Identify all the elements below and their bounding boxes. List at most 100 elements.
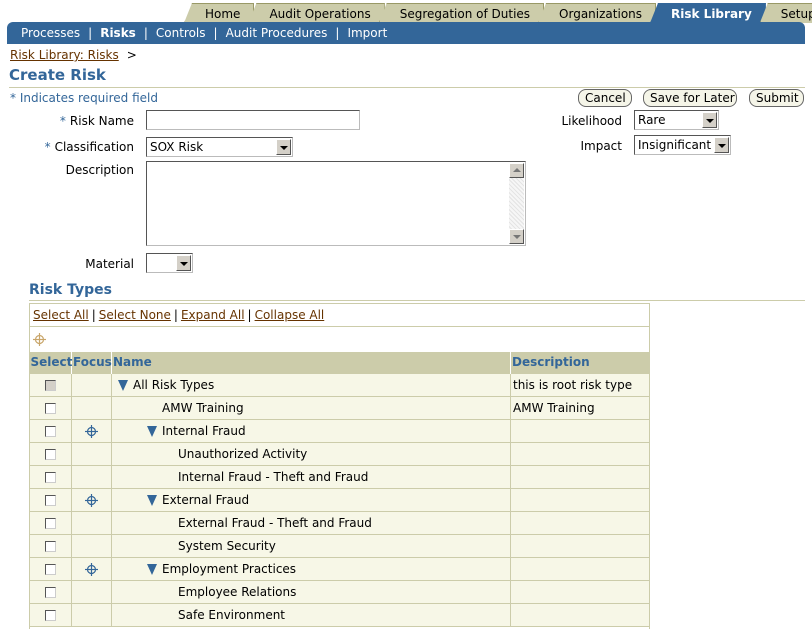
expanded-triangle-icon[interactable] [118,379,128,391]
risk-name-label-text: Risk Name [69,114,134,128]
column-header-name: Name [111,352,511,373]
required-star: * [59,114,66,128]
name-cell: External Fraud - Theft and Fraud [111,510,511,535]
select-cell [30,441,72,466]
description-cell [510,556,649,581]
name-cell: Employee Relations [111,579,511,604]
row-select-checkbox [45,379,56,391]
focus-crosshair-icon[interactable] [85,562,98,576]
select-none-link[interactable]: Select None [99,308,171,322]
tab-risk-library[interactable]: Risk Library [650,3,766,23]
subnav-separator: | [88,26,93,40]
likelihood-selected-value: Rare [638,113,666,127]
description-cell [510,510,649,535]
save-for-later-button[interactable]: Save for Later [643,89,737,107]
subnav-audit-procedures[interactable]: Audit Procedures [226,26,328,40]
tab-organizations[interactable]: Organizations [538,3,657,23]
subnav-import[interactable]: Import [347,26,387,40]
select-cell [30,487,72,512]
focus-cell [71,579,112,604]
name-cell: Employment Practices [111,556,511,581]
scroll-up-icon[interactable] [509,163,524,178]
row-select-checkbox[interactable] [45,609,56,621]
tab-audit-operations[interactable]: Audit Operations [248,3,385,23]
row-select-checkbox[interactable] [45,425,56,437]
chevron-down-icon[interactable] [176,255,191,271]
description-cell: this is root risk type [510,372,649,397]
impact-select[interactable]: Insignificant [634,135,731,155]
description-cell [510,464,649,489]
row-select-checkbox[interactable] [45,563,56,575]
description-cell [510,487,649,512]
tab-setup[interactable]: Setup [759,3,812,23]
focus-crosshair-icon[interactable] [85,493,98,507]
row-select-checkbox[interactable] [45,402,56,414]
risk-types-selection-links: Select All | Select None | Expand All | Collap… [30,304,649,326]
cancel-button[interactable]: Cancel [578,89,632,107]
risk-type-name: Employee Relations [178,584,297,599]
column-header-description: Description [510,352,649,373]
focus-crosshair-icon[interactable] [33,333,46,346]
tab-segregation-of-duties[interactable]: Segregation of Duties [378,3,545,23]
submit-button[interactable]: Submit [749,89,804,107]
select-all-link[interactable]: Select All [33,308,89,322]
required-field-note: * Indicates required field [10,91,159,105]
table-row: AMW Training AMW Training [30,395,649,420]
select-cell [30,602,72,627]
table-row: Employment Practices [30,556,649,581]
risk-types-table: Select Focus Name Description All Risk T… [30,352,649,627]
risk-type-name: Internal Fraud [162,423,246,438]
expand-all-link[interactable]: Expand All [181,308,245,322]
table-row: Unauthorized Activity [30,441,649,466]
select-cell [30,418,72,443]
classification-selected-value: SOX Risk [150,140,204,154]
focus-cell [71,441,112,466]
row-select-checkbox[interactable] [45,494,56,506]
global-tabs: Home Audit Operations Segregation of Dut… [184,3,812,23]
likelihood-select[interactable]: Rare [634,110,719,130]
row-select-checkbox[interactable] [45,586,56,598]
description-label: Description [65,163,134,177]
subnav-separator: | [213,26,218,40]
scroll-down-icon[interactable] [509,229,524,244]
select-cell [30,556,72,581]
row-select-checkbox[interactable] [45,517,56,529]
focus-cell [71,487,112,512]
focus-cell [71,556,112,581]
material-select[interactable] [146,253,193,273]
subnav-processes[interactable]: Processes [21,26,80,40]
name-cell: System Security [111,533,511,558]
breadcrumb-risk-library-link[interactable]: Risk Library: Risks [10,48,119,62]
focus-cell [71,602,112,627]
name-cell: Internal Fraud - Theft and Fraud [111,464,511,489]
risk-type-name: External Fraud - Theft and Fraud [178,515,372,530]
focus-crosshair-icon[interactable] [85,424,98,438]
tab-home[interactable]: Home [184,3,255,23]
expanded-triangle-icon[interactable] [147,494,157,506]
risk-type-name: Employment Practices [162,561,297,576]
focus-cell [71,464,112,489]
name-cell: Unauthorized Activity [111,441,511,466]
risk-type-name: AMW Training [162,400,244,415]
select-cell [30,510,72,535]
expanded-triangle-icon[interactable] [147,563,157,575]
description-scrollbar[interactable] [509,163,524,244]
chevron-down-icon[interactable] [714,137,729,153]
collapse-all-link[interactable]: Collapse All [255,308,325,322]
row-select-checkbox[interactable] [45,471,56,483]
risk-type-name: Unauthorized Activity [178,446,308,461]
risk-name-input[interactable] [146,110,360,130]
page-title: Create Risk [9,66,805,88]
row-select-checkbox[interactable] [45,540,56,552]
column-header-select: Select [30,352,72,373]
row-select-checkbox[interactable] [45,448,56,460]
breadcrumb: Risk Library: Risks > [10,48,137,62]
chevron-down-icon[interactable] [702,112,717,128]
expanded-triangle-icon[interactable] [147,425,157,437]
classification-select[interactable]: SOX Risk [146,137,293,157]
subnav-risks[interactable]: Risks [100,26,136,40]
table-row: External Fraud - Theft and Fraud [30,510,649,535]
chevron-down-icon[interactable] [276,139,291,155]
subnav-controls[interactable]: Controls [156,26,206,40]
description-textarea[interactable] [146,161,526,246]
